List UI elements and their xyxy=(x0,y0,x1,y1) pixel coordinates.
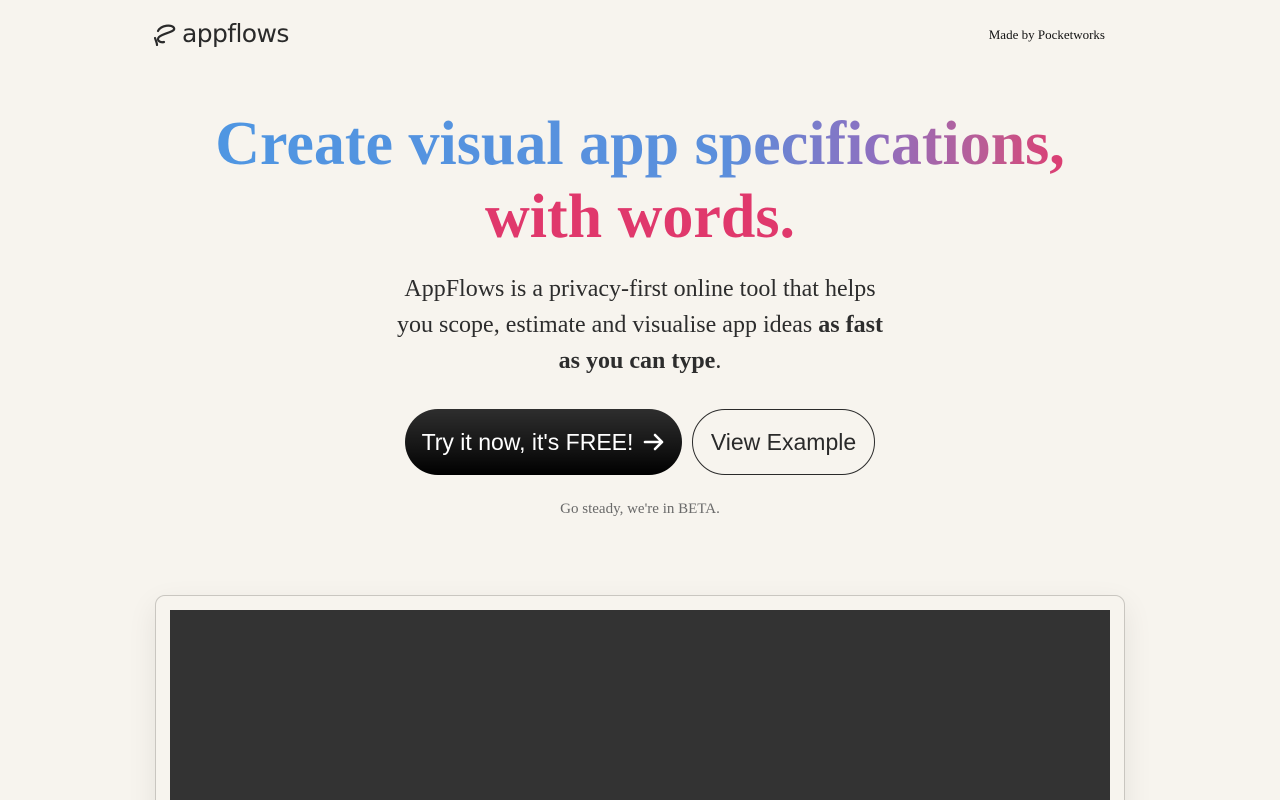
logo-wordmark: appflows xyxy=(182,19,289,48)
app-preview-screen xyxy=(170,610,1110,800)
view-example-button[interactable]: View Example xyxy=(692,409,875,475)
site-header: appflows Made by Pocketworks xyxy=(0,0,1280,68)
hero-title-line-2: with words. xyxy=(484,183,796,251)
cta-row: Try it now, it's FREE! View Example xyxy=(0,409,1280,475)
hero-subtitle: AppFlows is a privacy-first online tool … xyxy=(390,271,890,379)
app-preview-frame xyxy=(155,595,1125,800)
beta-note: Go steady, we're in BETA. xyxy=(560,501,720,517)
arrow-right-icon xyxy=(643,431,665,453)
hero-title: Create visual app specifications, with w… xyxy=(0,108,1280,254)
hero-title-line-1: Create visual app specifications, xyxy=(215,110,1065,178)
appflows-squiggle-icon xyxy=(153,22,178,47)
hero-subtitle-lead: AppFlows is a privacy-first online tool … xyxy=(397,276,876,338)
hero-subtitle-end: . xyxy=(715,348,722,374)
try-it-free-button[interactable]: Try it now, it's FREE! xyxy=(405,409,682,475)
appflows-logo[interactable]: appflows xyxy=(153,19,289,48)
made-by-link[interactable]: Made by Pocketworks xyxy=(989,26,1105,44)
try-it-free-label: Try it now, it's FREE! xyxy=(421,428,634,455)
